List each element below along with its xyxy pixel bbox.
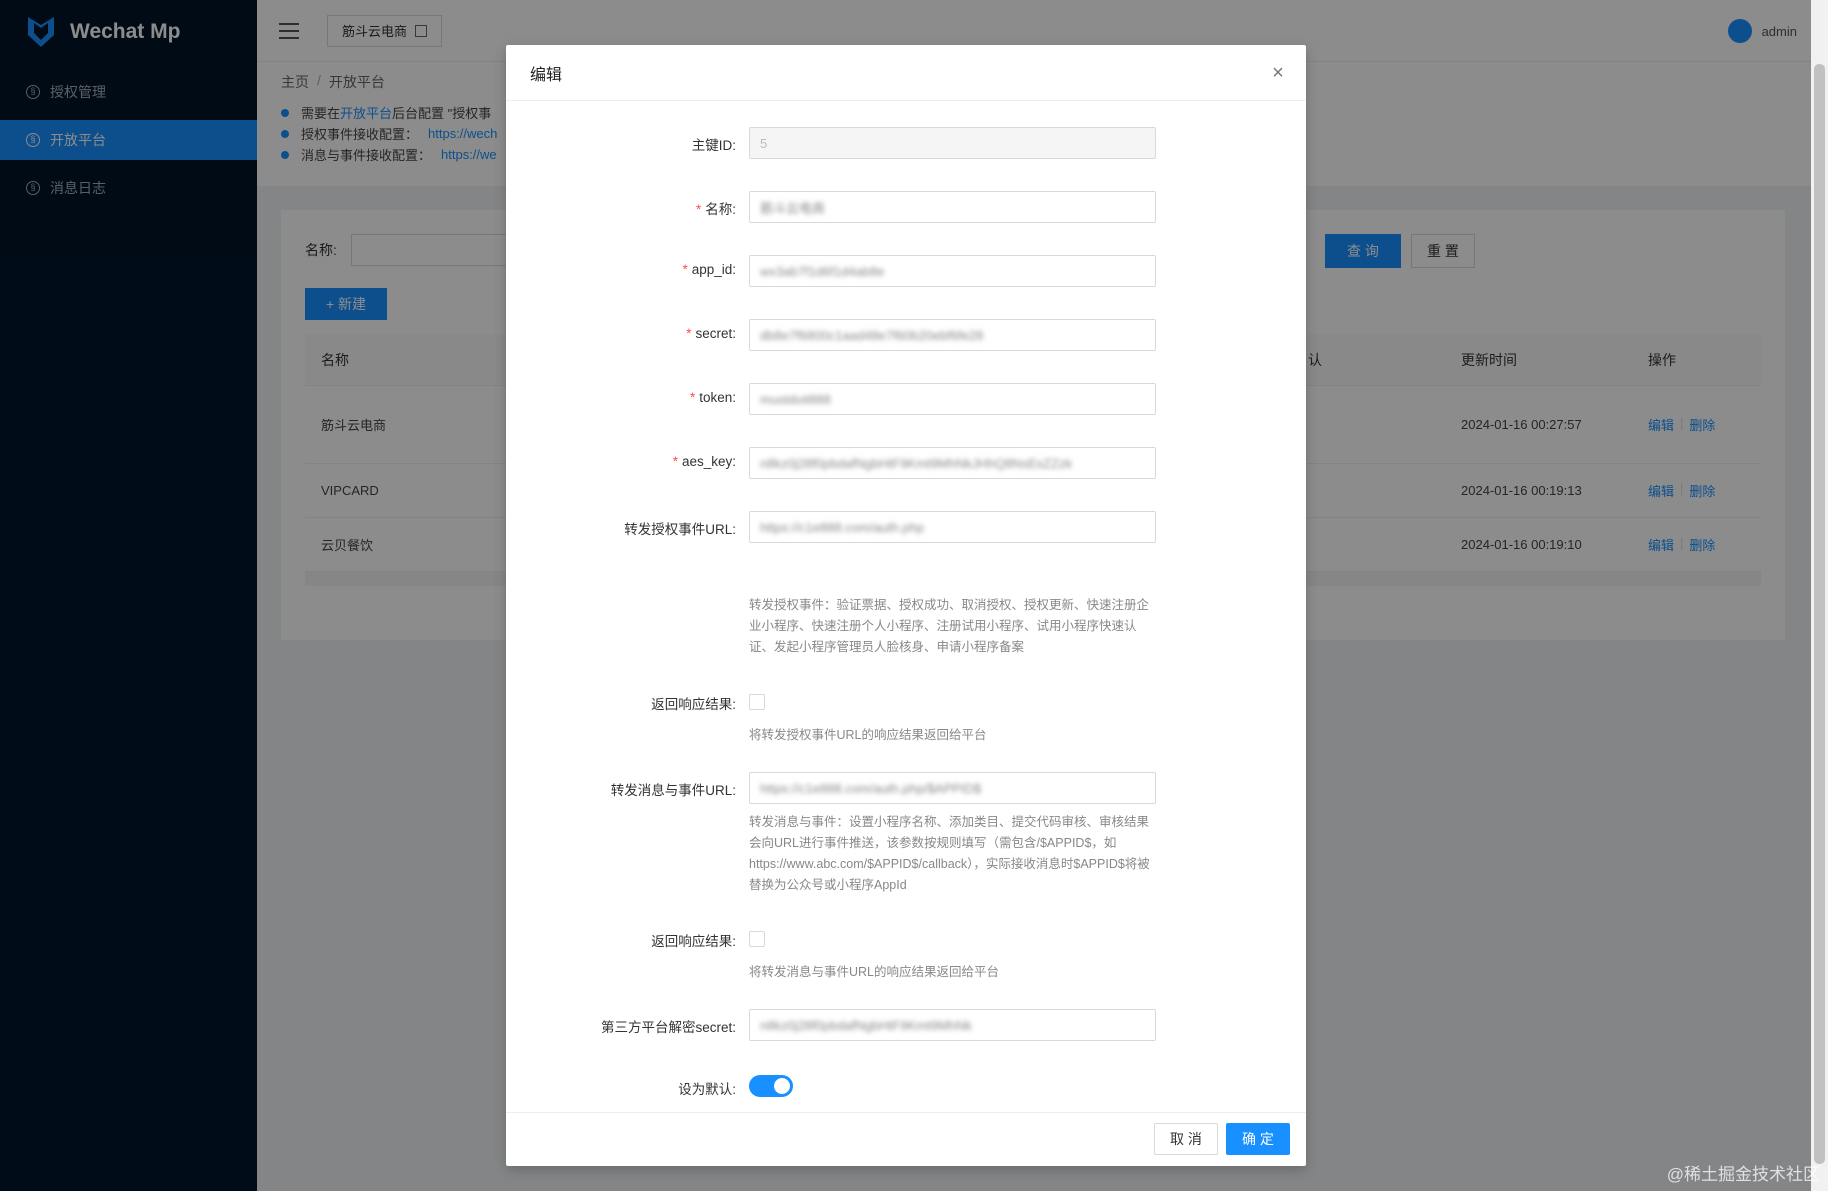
auth-resp-checkbox[interactable] [749,694,765,710]
aeskey-label: * aes_key: [672,454,736,469]
id-label: 主键ID: [691,138,736,153]
msg-resp-label: 返回响应结果: [651,934,736,949]
msg-resp-help: 将转发消息与事件URL的响应结果返回给平台 [749,965,1000,979]
confirm-button[interactable]: 确 定 [1226,1123,1290,1155]
msg-url-help: 转发消息与事件：设置小程序名称、添加类目、提交代码审核、审核结果 会向URL进行… [749,815,1150,892]
token-field[interactable]: mustdoit888 [749,383,1156,415]
appid-label: * app_id: [682,262,736,277]
close-icon[interactable]: × [1268,63,1288,83]
modal-footer: 取 消 确 定 [506,1112,1306,1166]
edit-modal: 编辑 × 主键ID: 5 * 名称: 筋斗云电商 * app_id: wx3ab7f… [506,45,1306,1166]
modal-title: 编辑 [530,66,563,84]
page-scrollbar[interactable] [1811,0,1828,1191]
modal-header: 编辑 × [506,45,1306,101]
default-switch[interactable] [749,1075,793,1097]
scrollbar-thumb[interactable] [1814,64,1825,1164]
msg-resp-checkbox[interactable] [749,931,765,947]
watermark: @稀土掘金技术社区 [1666,1165,1820,1184]
aeskey-field[interactable]: n8kz0j28f0pbdafNgbHtF9Kmt9MhNkJHhQ8NsEsZ… [749,447,1156,479]
secret-label: * secret: [686,326,736,341]
id-field: 5 [749,127,1156,159]
secret-field[interactable]: db8e7f6800c1aad48e7f60b20ebf6fe28 [749,319,1156,351]
name-field[interactable]: 筋斗云电商 [749,191,1156,223]
auth-url-field[interactable]: https://c1e888.com/auth.php [749,511,1156,543]
name-label: * 名称: [695,202,736,217]
auth-resp-help: 将转发授权事件URL的响应结果返回给平台 [749,728,987,742]
msg-url-label: 转发消息与事件URL: [610,783,736,798]
auth-resp-label: 返回响应结果: [651,697,736,712]
decrypt-label: 第三方平台解密secret: [600,1020,736,1035]
auth-url-label: 转发授权事件URL: [624,522,736,537]
cancel-button[interactable]: 取 消 [1154,1123,1218,1155]
msg-url-field[interactable]: https://c1e888.com/auth.php/$APPID$ [749,772,1156,804]
auth-url-help: 转发授权事件：验证票据、授权成功、取消授权、授权更新、快速注册企业小程序、快速注… [749,598,1150,654]
decrypt-secret-field[interactable]: n8kz0j28f0pbdafNgbHtF9Kmt9MhNk [749,1009,1156,1041]
token-label: * token: [689,390,736,405]
default-label: 设为默认: [678,1082,736,1097]
appid-field[interactable]: wx3ab7f1d6f1d4ab8e [749,255,1156,287]
